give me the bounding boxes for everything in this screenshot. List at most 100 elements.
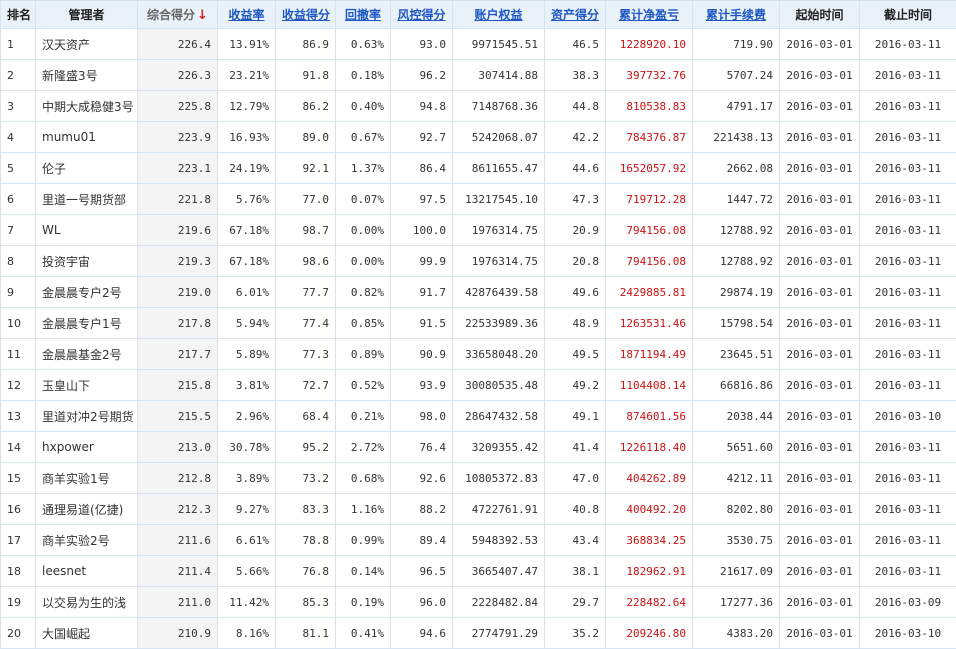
rank-cell: 16 (1, 494, 36, 525)
return-score-cell: 98.7 (276, 215, 336, 246)
return-rate-cell: 5.94% (218, 308, 276, 339)
start-date-cell: 2016-03-01 (780, 122, 860, 153)
asset-score-cell: 29.7 (545, 587, 606, 618)
score-cell: 211.6 (138, 525, 218, 556)
cum-fee-cell: 3530.75 (693, 525, 780, 556)
drawdown-cell: 0.18% (336, 60, 391, 91)
end-date-cell: 2016-03-11 (860, 432, 956, 463)
cum-fee-cell: 21617.09 (693, 556, 780, 587)
start-date-cell: 2016-03-01 (780, 153, 860, 184)
return-score-cell: 73.2 (276, 463, 336, 494)
cum-pnl-cell: 400492.20 (606, 494, 693, 525)
manager-cell: 大国崛起 (36, 618, 138, 649)
end-date-cell: 2016-03-10 (860, 618, 956, 649)
manager-cell: 通理易道(亿捷) (36, 494, 138, 525)
end-date-cell: 2016-03-11 (860, 370, 956, 401)
header-asset-score[interactable]: 资产得分 (545, 1, 606, 29)
table-row: 9金晨晨专户2号219.06.01%77.70.82%91.742876439.… (1, 277, 956, 308)
return-score-cell: 78.8 (276, 525, 336, 556)
header-return-score[interactable]: 收益得分 (276, 1, 336, 29)
asset-score-cell: 38.1 (545, 556, 606, 587)
table-row: 11金晨晨基金2号217.75.89%77.30.89%90.933658048… (1, 339, 956, 370)
start-date-cell: 2016-03-01 (780, 432, 860, 463)
asset-score-cell: 49.6 (545, 277, 606, 308)
drawdown-cell: 1.16% (336, 494, 391, 525)
header-cum-fee[interactable]: 累计手续费 (693, 1, 780, 29)
score-cell: 226.4 (138, 29, 218, 60)
cum-pnl-cell: 784376.87 (606, 122, 693, 153)
header-cum-pnl[interactable]: 累计净盈亏 (606, 1, 693, 29)
start-date-cell: 2016-03-01 (780, 370, 860, 401)
return-rate-cell: 6.01% (218, 277, 276, 308)
risk-score-cell: 96.0 (391, 587, 453, 618)
drawdown-cell: 0.63% (336, 29, 391, 60)
asset-score-cell: 38.3 (545, 60, 606, 91)
asset-score-cell: 49.5 (545, 339, 606, 370)
header-drawdown[interactable]: 回撤率 (336, 1, 391, 29)
rank-cell: 14 (1, 432, 36, 463)
return-rate-cell: 23.21% (218, 60, 276, 91)
cum-pnl-cell: 794156.08 (606, 215, 693, 246)
end-date-cell: 2016-03-11 (860, 494, 956, 525)
drawdown-cell: 0.21% (336, 401, 391, 432)
header-return-rate[interactable]: 收益率 (218, 1, 276, 29)
drawdown-cell: 0.68% (336, 463, 391, 494)
return-score-cell: 77.7 (276, 277, 336, 308)
equity-cell: 2228482.84 (453, 587, 545, 618)
manager-cell: 金晨晨专户2号 (36, 277, 138, 308)
return-rate-cell: 5.89% (218, 339, 276, 370)
equity-cell: 3665407.47 (453, 556, 545, 587)
score-cell: 211.4 (138, 556, 218, 587)
cum-fee-cell: 1447.72 (693, 184, 780, 215)
start-date-cell: 2016-03-01 (780, 91, 860, 122)
table-row: 1汉天资产226.413.91%86.90.63%93.09971545.514… (1, 29, 956, 60)
header-equity[interactable]: 账户权益 (453, 1, 545, 29)
header-end: 截止时间 (860, 1, 956, 29)
risk-score-cell: 91.7 (391, 277, 453, 308)
equity-cell: 10805372.83 (453, 463, 545, 494)
rank-cell: 9 (1, 277, 36, 308)
header-score[interactable]: 综合得分↓ (138, 1, 218, 29)
cum-fee-cell: 66816.86 (693, 370, 780, 401)
equity-cell: 13217545.10 (453, 184, 545, 215)
cum-pnl-cell: 1871194.49 (606, 339, 693, 370)
cum-fee-cell: 8202.80 (693, 494, 780, 525)
equity-cell: 1976314.75 (453, 246, 545, 277)
drawdown-cell: 0.14% (336, 556, 391, 587)
return-score-cell: 77.3 (276, 339, 336, 370)
return-score-cell: 81.1 (276, 618, 336, 649)
equity-cell: 8611655.47 (453, 153, 545, 184)
drawdown-cell: 0.07% (336, 184, 391, 215)
rank-cell: 20 (1, 618, 36, 649)
return-score-cell: 77.4 (276, 308, 336, 339)
manager-cell: 伦子 (36, 153, 138, 184)
equity-cell: 30080535.48 (453, 370, 545, 401)
start-date-cell: 2016-03-01 (780, 525, 860, 556)
cum-pnl-cell: 794156.08 (606, 246, 693, 277)
table-row: 3中期大成稳健3号225.812.79%86.20.40%94.87148768… (1, 91, 956, 122)
drawdown-cell: 0.82% (336, 277, 391, 308)
risk-score-cell: 93.9 (391, 370, 453, 401)
cum-fee-cell: 2038.44 (693, 401, 780, 432)
risk-score-cell: 86.4 (391, 153, 453, 184)
cum-fee-cell: 719.90 (693, 29, 780, 60)
drawdown-cell: 0.85% (336, 308, 391, 339)
end-date-cell: 2016-03-11 (860, 91, 956, 122)
end-date-cell: 2016-03-11 (860, 556, 956, 587)
drawdown-cell: 0.00% (336, 246, 391, 277)
asset-score-cell: 20.8 (545, 246, 606, 277)
end-date-cell: 2016-03-09 (860, 587, 956, 618)
end-date-cell: 2016-03-10 (860, 401, 956, 432)
risk-score-cell: 96.2 (391, 60, 453, 91)
risk-score-cell: 92.6 (391, 463, 453, 494)
header-risk-score[interactable]: 风控得分 (391, 1, 453, 29)
risk-score-cell: 91.5 (391, 308, 453, 339)
table-row: 5伦子223.124.19%92.11.37%86.48611655.4744.… (1, 153, 956, 184)
drawdown-cell: 1.37% (336, 153, 391, 184)
return-rate-cell: 6.61% (218, 525, 276, 556)
end-date-cell: 2016-03-11 (860, 60, 956, 91)
return-rate-cell: 11.42% (218, 587, 276, 618)
start-date-cell: 2016-03-01 (780, 308, 860, 339)
risk-score-cell: 92.7 (391, 122, 453, 153)
manager-cell: 商羊实验1号 (36, 463, 138, 494)
